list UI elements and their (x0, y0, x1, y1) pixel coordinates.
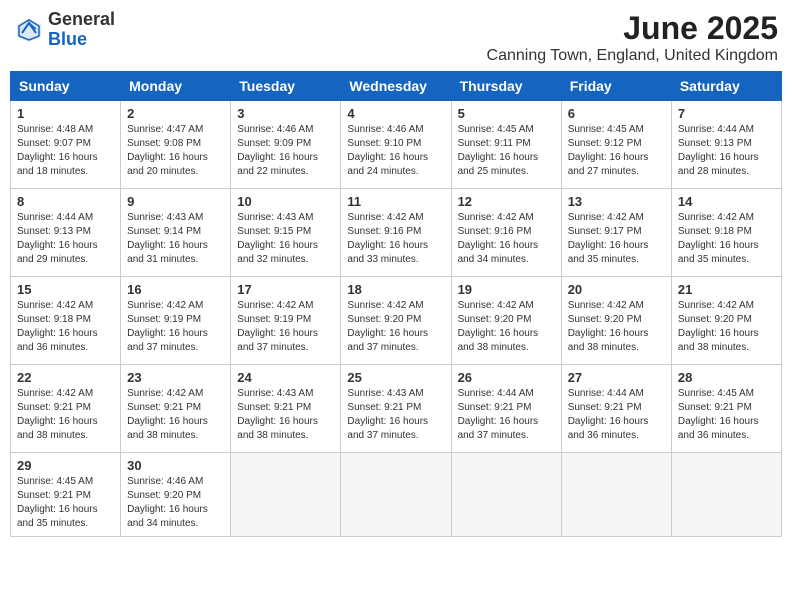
col-friday: Friday (561, 72, 671, 101)
month-title: June 2025 (487, 10, 778, 47)
table-row: 7Sunrise: 4:44 AMSunset: 9:13 PMDaylight… (671, 101, 781, 189)
table-row: 29Sunrise: 4:45 AMSunset: 9:21 PMDayligh… (11, 453, 121, 537)
col-sunday: Sunday (11, 72, 121, 101)
table-row: 20Sunrise: 4:42 AMSunset: 9:20 PMDayligh… (561, 277, 671, 365)
table-row (341, 453, 451, 537)
col-thursday: Thursday (451, 72, 561, 101)
table-row: 30Sunrise: 4:46 AMSunset: 9:20 PMDayligh… (121, 453, 231, 537)
table-row: 18Sunrise: 4:42 AMSunset: 9:20 PMDayligh… (341, 277, 451, 365)
col-monday: Monday (121, 72, 231, 101)
table-row: 16Sunrise: 4:42 AMSunset: 9:19 PMDayligh… (121, 277, 231, 365)
table-row (451, 453, 561, 537)
table-row: 2Sunrise: 4:47 AMSunset: 9:08 PMDaylight… (121, 101, 231, 189)
table-row: 25Sunrise: 4:43 AMSunset: 9:21 PMDayligh… (341, 365, 451, 453)
table-row: 3Sunrise: 4:46 AMSunset: 9:09 PMDaylight… (231, 101, 341, 189)
week-row-1: 1Sunrise: 4:48 AMSunset: 9:07 PMDaylight… (11, 101, 782, 189)
table-row: 12Sunrise: 4:42 AMSunset: 9:16 PMDayligh… (451, 189, 561, 277)
table-row: 17Sunrise: 4:42 AMSunset: 9:19 PMDayligh… (231, 277, 341, 365)
table-row: 14Sunrise: 4:42 AMSunset: 9:18 PMDayligh… (671, 189, 781, 277)
table-row: 26Sunrise: 4:44 AMSunset: 9:21 PMDayligh… (451, 365, 561, 453)
table-row: 1Sunrise: 4:48 AMSunset: 9:07 PMDaylight… (11, 101, 121, 189)
table-row (231, 453, 341, 537)
logo: General Blue (14, 10, 115, 50)
week-row-3: 15Sunrise: 4:42 AMSunset: 9:18 PMDayligh… (11, 277, 782, 365)
table-row: 6Sunrise: 4:45 AMSunset: 9:12 PMDaylight… (561, 101, 671, 189)
table-row: 23Sunrise: 4:42 AMSunset: 9:21 PMDayligh… (121, 365, 231, 453)
table-row: 28Sunrise: 4:45 AMSunset: 9:21 PMDayligh… (671, 365, 781, 453)
table-row: 4Sunrise: 4:46 AMSunset: 9:10 PMDaylight… (341, 101, 451, 189)
title-area: June 2025 Canning Town, England, United … (487, 10, 778, 65)
table-row: 10Sunrise: 4:43 AMSunset: 9:15 PMDayligh… (231, 189, 341, 277)
location: Canning Town, England, United Kingdom (487, 47, 778, 65)
header-row: Sunday Monday Tuesday Wednesday Thursday… (11, 72, 782, 101)
week-row-5: 29Sunrise: 4:45 AMSunset: 9:21 PMDayligh… (11, 453, 782, 537)
logo-blue-text: Blue (48, 30, 115, 50)
table-row: 15Sunrise: 4:42 AMSunset: 9:18 PMDayligh… (11, 277, 121, 365)
logo-text: General Blue (48, 10, 115, 50)
table-row: 22Sunrise: 4:42 AMSunset: 9:21 PMDayligh… (11, 365, 121, 453)
table-row: 11Sunrise: 4:42 AMSunset: 9:16 PMDayligh… (341, 189, 451, 277)
table-row: 27Sunrise: 4:44 AMSunset: 9:21 PMDayligh… (561, 365, 671, 453)
col-saturday: Saturday (671, 72, 781, 101)
week-row-4: 22Sunrise: 4:42 AMSunset: 9:21 PMDayligh… (11, 365, 782, 453)
table-row: 5Sunrise: 4:45 AMSunset: 9:11 PMDaylight… (451, 101, 561, 189)
table-row (671, 453, 781, 537)
logo-general-text: General (48, 10, 115, 30)
col-tuesday: Tuesday (231, 72, 341, 101)
table-row: 21Sunrise: 4:42 AMSunset: 9:20 PMDayligh… (671, 277, 781, 365)
page-header: General Blue June 2025 Canning Town, Eng… (10, 10, 782, 65)
table-row: 13Sunrise: 4:42 AMSunset: 9:17 PMDayligh… (561, 189, 671, 277)
week-row-2: 8Sunrise: 4:44 AMSunset: 9:13 PMDaylight… (11, 189, 782, 277)
table-row: 24Sunrise: 4:43 AMSunset: 9:21 PMDayligh… (231, 365, 341, 453)
logo-icon (14, 15, 44, 45)
table-row (561, 453, 671, 537)
table-row: 8Sunrise: 4:44 AMSunset: 9:13 PMDaylight… (11, 189, 121, 277)
table-row: 9Sunrise: 4:43 AMSunset: 9:14 PMDaylight… (121, 189, 231, 277)
calendar-table: Sunday Monday Tuesday Wednesday Thursday… (10, 71, 782, 537)
table-row: 19Sunrise: 4:42 AMSunset: 9:20 PMDayligh… (451, 277, 561, 365)
col-wednesday: Wednesday (341, 72, 451, 101)
